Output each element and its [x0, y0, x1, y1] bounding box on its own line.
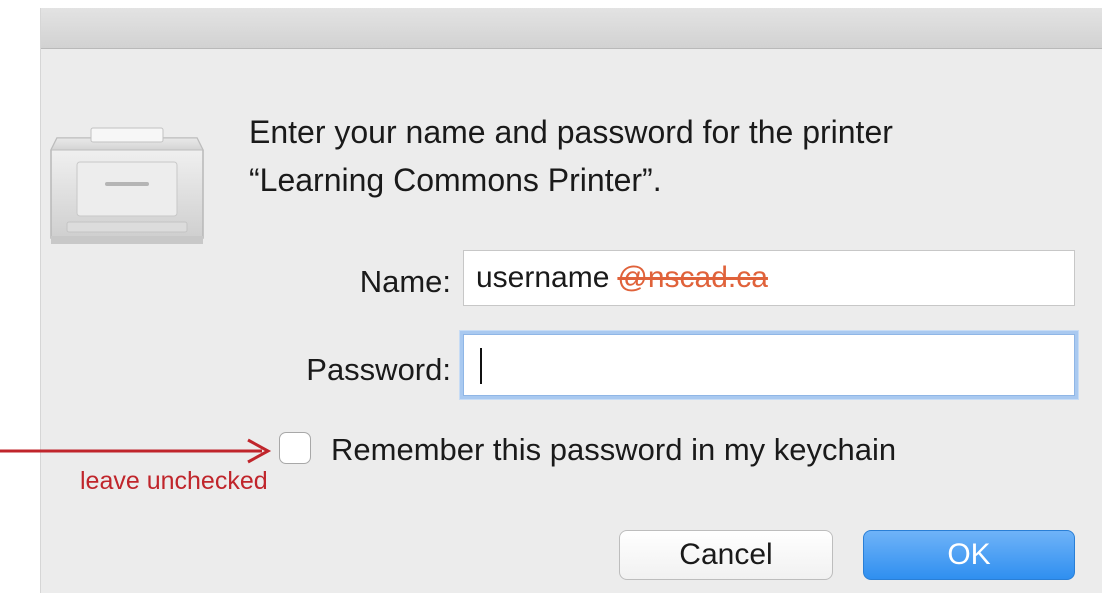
password-field[interactable] [463, 334, 1075, 396]
dialog-message: Enter your name and password for the pri… [249, 108, 1069, 204]
message-line-1: Enter your name and password for the pri… [249, 114, 893, 150]
password-label: Password: [306, 352, 451, 387]
name-value: username [476, 261, 610, 294]
title-bar[interactable] [41, 8, 1102, 49]
printer-icon [50, 127, 204, 244]
ok-button[interactable]: OK [863, 530, 1075, 580]
annotation-leave-unchecked: leave unchecked [80, 467, 268, 495]
remember-password-label[interactable]: Remember this password in my keychain [331, 432, 896, 468]
text-caret [480, 348, 482, 385]
printer-auth-dialog: Enter your name and password for the pri… [40, 8, 1102, 593]
screenshot: Enter your name and password for the pri… [0, 0, 1102, 593]
cancel-button[interactable]: Cancel [619, 530, 833, 580]
message-line-2: “Learning Commons Printer”. [249, 162, 662, 198]
struck-domain-annotation: @nscad.ca [617, 261, 768, 294]
arrow-right-icon [0, 438, 272, 464]
name-label: Name: [359, 264, 451, 299]
name-field[interactable]: username @nscad.ca [463, 250, 1075, 306]
